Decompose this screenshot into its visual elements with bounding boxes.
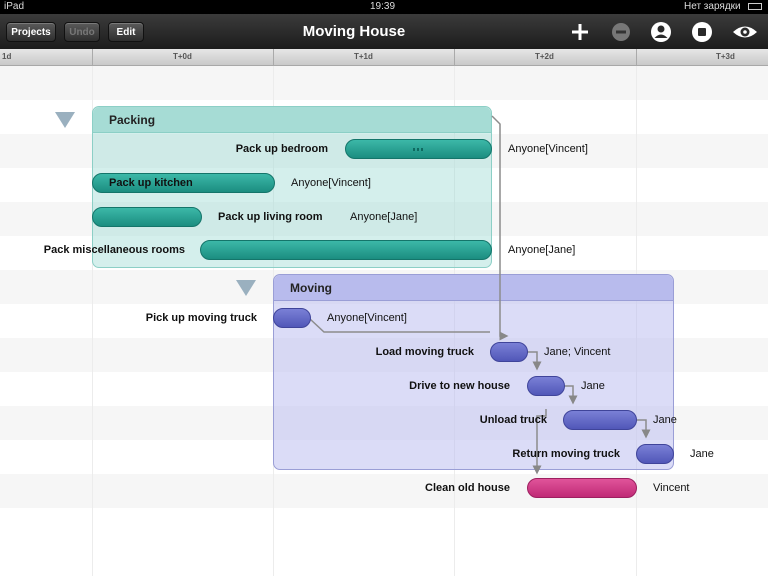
task-name: Pack up kitchen — [109, 177, 193, 189]
ruler-tick: T+0d — [173, 52, 192, 61]
task-name: Pack up bedroom — [235, 143, 328, 155]
ruler-tick: 1d — [2, 52, 12, 61]
task-name: Pack up living room — [218, 211, 323, 223]
stop-icon[interactable] — [690, 20, 714, 44]
task-bar-return-moving-truck[interactable] — [636, 444, 674, 464]
battery-status: Нет зарядки — [684, 1, 741, 12]
task-resource: Jane — [653, 414, 677, 426]
task-name: Load moving truck — [375, 346, 474, 358]
task-bar-pack-miscellaneous-rooms[interactable] — [200, 240, 492, 260]
projects-button[interactable]: Projects — [6, 22, 56, 42]
clock: 19:39 — [370, 1, 396, 12]
ruler-tick: T+2d — [535, 52, 554, 61]
status-bar: iPad 19:39 Нет зарядки — [0, 0, 768, 14]
connector-load-to-drive — [527, 351, 542, 371]
task-name: Pack miscellaneous rooms — [43, 244, 185, 256]
task-name: Clean old house — [425, 482, 510, 494]
task-bar-pack-up-bedroom[interactable] — [345, 139, 492, 159]
ruler-divider — [636, 49, 637, 65]
time-ruler: 1d T+0d T+1d T+2d T+3d — [0, 49, 768, 66]
connector-unload-to-return — [637, 419, 651, 439]
connector-drive-to-unload — [564, 385, 578, 405]
minus-icon[interactable] — [609, 20, 633, 44]
task-bar-clean-old-house[interactable] — [527, 478, 637, 498]
task-resource: Anyone[Vincent] — [291, 177, 371, 189]
gantt-chart: Packing Moving Pack up bedroom Anyone[Vi… — [0, 66, 768, 576]
task-bar-load-moving-truck[interactable] — [490, 342, 528, 362]
task-resource: Anyone[Vincent] — [508, 143, 588, 155]
task-resource: Anyone[Vincent] — [327, 312, 407, 324]
device-name: iPad — [4, 1, 25, 12]
task-bar-pack-up-living-room[interactable] — [92, 207, 202, 227]
page-title: Moving House — [302, 23, 406, 40]
ruler-divider — [454, 49, 455, 65]
plus-icon[interactable] — [568, 20, 592, 44]
eye-icon[interactable] — [732, 20, 758, 44]
task-name: Pick up moving truck — [145, 312, 257, 324]
ruler-divider — [273, 49, 274, 65]
person-icon[interactable] — [649, 20, 673, 44]
task-resource: Anyone[Jane] — [350, 211, 418, 223]
task-name: Return moving truck — [512, 448, 620, 460]
task-bar-unload-truck[interactable] — [563, 410, 637, 430]
edit-button[interactable]: Edit — [108, 22, 144, 42]
task-name: Unload truck — [479, 414, 547, 426]
ruler-tick: T+1d — [354, 52, 373, 61]
connector-packing-to-load — [491, 115, 509, 341]
task-bar-pack-up-kitchen[interactable]: Pack up kitchen — [92, 173, 275, 193]
task-bar-drive-to-new-house[interactable] — [527, 376, 565, 396]
toolbar: Projects Undo Edit Moving House — [0, 14, 768, 50]
undo-button[interactable]: Undo — [64, 22, 100, 42]
task-resource: Vincent — [653, 482, 690, 494]
task-resource: Jane — [690, 448, 714, 460]
task-name: Drive to new house — [409, 380, 510, 392]
task-resource: Anyone[Jane] — [508, 244, 576, 256]
battery-icon — [748, 3, 762, 10]
task-resource: Jane — [581, 380, 605, 392]
task-bar-pick-up-moving-truck[interactable] — [273, 308, 311, 328]
task-resource: Jane; Vincent — [544, 346, 611, 358]
ruler-tick: T+3d — [716, 52, 735, 61]
ruler-divider — [92, 49, 93, 65]
drag-grip-icon[interactable] — [412, 148, 425, 151]
